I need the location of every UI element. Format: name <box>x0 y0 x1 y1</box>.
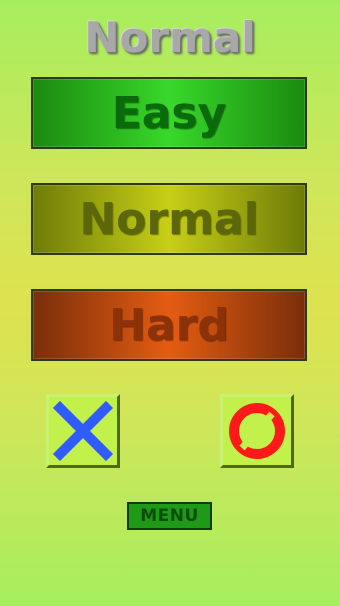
normal-button[interactable]: Normal <box>31 183 307 255</box>
menu-button[interactable]: MENU <box>127 502 212 530</box>
hard-button[interactable]: Hard <box>31 289 307 361</box>
cancel-button[interactable] <box>46 394 120 468</box>
screen-title: Normal <box>84 13 256 62</box>
x-icon <box>52 400 114 462</box>
circle-o-icon <box>229 403 285 459</box>
easy-button[interactable]: Easy <box>31 77 307 149</box>
confirm-button[interactable] <box>220 394 294 468</box>
